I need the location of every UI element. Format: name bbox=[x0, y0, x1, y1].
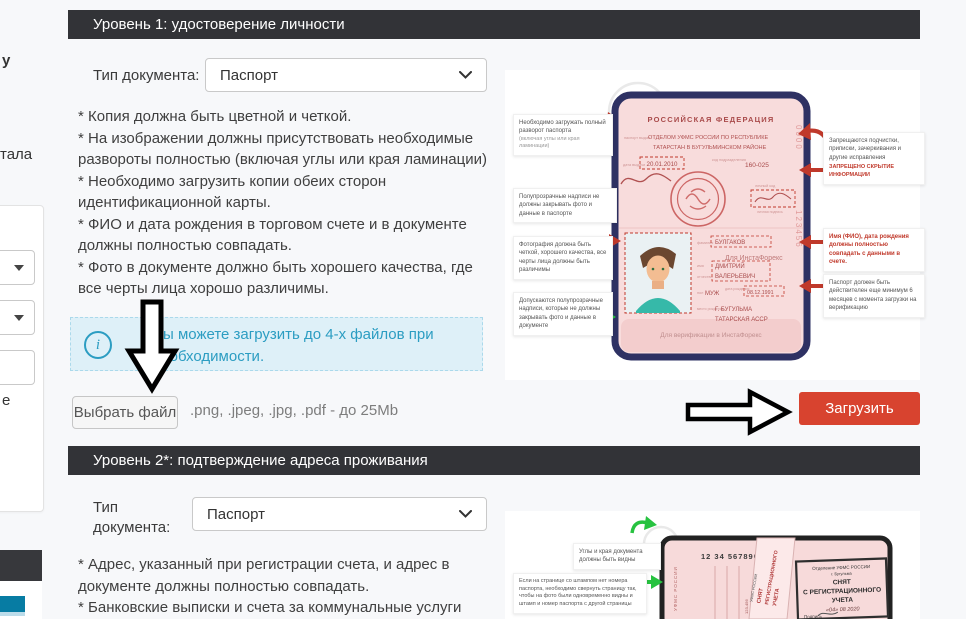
annotation-arrow-down bbox=[120, 298, 190, 394]
avatar-neck bbox=[652, 281, 664, 289]
passport-number: 12 34 567890 bbox=[701, 552, 759, 561]
callout-edges-visible: Углы и края документа должны быть видны bbox=[573, 543, 661, 570]
doc-type-label-2-line2: документа: bbox=[93, 519, 170, 536]
chevron-down-icon bbox=[459, 510, 472, 518]
passport-issued-by-2: ТАТАРСТАН В БУГУЛЬМИНСКОМ РАЙОНЕ bbox=[653, 143, 767, 151]
field-birthplace-2: ТАТАРСКАЯ АССР bbox=[715, 317, 768, 323]
callout-subtext: (включая углы или края ламинации) bbox=[519, 136, 607, 151]
field-birth-date: 08.12.1991 bbox=[747, 290, 774, 296]
callout-text: Запрещаются подчистки, приписки, зачерки… bbox=[829, 138, 901, 161]
upload-button[interactable]: Загрузить bbox=[799, 392, 920, 425]
chevron-down-icon bbox=[14, 315, 24, 321]
doc-type-select-1[interactable]: Паспорт bbox=[205, 58, 487, 92]
field-name: ДМИТРИЙ bbox=[715, 262, 745, 270]
passport-personal-sign-label: личная подпись bbox=[757, 210, 783, 214]
stamp-office-2: г. Бугульма bbox=[831, 571, 852, 577]
passport-issued-label: паспорт выдан bbox=[624, 136, 650, 140]
requirements-text-1: * Копия должна быть цветной и четкой. * … bbox=[78, 106, 494, 300]
field-patronymic: ВАЛЕРЬЕВИЧ bbox=[715, 274, 755, 280]
stamp-line-1: СНЯТ bbox=[833, 579, 851, 587]
section1-header: Уровень 1: удостоверение личности bbox=[68, 10, 920, 39]
section2-title: Уровень 2*: подтверждение адреса прожива… bbox=[68, 452, 428, 469]
field-sex-label: пол bbox=[697, 291, 703, 295]
choose-file-button[interactable]: Выбрать файл bbox=[72, 396, 178, 429]
field-patronymic-label: отчество bbox=[697, 275, 713, 279]
field-name-label: имя bbox=[697, 264, 704, 268]
passport-issued-by-1: ОТДЕЛОМ УФМС РОССИИ ПО РЕСПУБЛИКЕ bbox=[648, 135, 768, 141]
passport-footer-text: Для верификации в ИнстаФорекс bbox=[660, 332, 762, 339]
field-birthplace-1: Г. БУГУЛЬМА bbox=[715, 307, 752, 313]
avatar-eye bbox=[662, 268, 665, 271]
field-surname: БУЛГАКОВ bbox=[715, 240, 745, 246]
passport-sample-panel: РОССИЙСКАЯ ФЕДЕРАЦИЯ паспорт выдан ОТДЕЛ… bbox=[505, 70, 920, 380]
field-birth-label: дата рождения bbox=[725, 287, 749, 291]
chevron-down-icon bbox=[459, 71, 472, 79]
doc-type-value-1: Паспорт bbox=[220, 67, 459, 84]
info-icon: i bbox=[84, 331, 112, 359]
doc-type-label-1: Тип документа: bbox=[93, 67, 199, 84]
address-sample-panel: 12 34 567890 УФМС РОССИИ 123-456 УФМС РО… bbox=[505, 511, 920, 619]
passport-personal-code-label: личный код bbox=[755, 184, 776, 188]
stamp-date: «04» 08 2020 bbox=[826, 606, 861, 613]
section1-title: Уровень 1: удостоверение личности bbox=[68, 16, 345, 33]
sidebar-cut-select-1[interactable] bbox=[0, 250, 35, 285]
passport-code-value: 160-025 bbox=[745, 162, 769, 169]
callout-text: Необходимо загружать полный разворот пас… bbox=[519, 120, 606, 134]
callout-name-match: Имя (ФИО), дата рождения должны полность… bbox=[823, 228, 925, 272]
stamp-line-3: УЧЕТА bbox=[832, 597, 854, 605]
sidebar-cut-select-2[interactable] bbox=[0, 300, 35, 335]
callout-allowed-marks: Допускаются полупрозрачные надписи, кото… bbox=[513, 292, 613, 336]
annotation-arrow-right bbox=[686, 388, 792, 436]
callout-warning: ЗАПРЕЩЕНО СКРЫТИЕ ИНФОРМАЦИИ bbox=[829, 164, 919, 179]
side-number: 123-456 bbox=[744, 599, 749, 614]
sidebar-cut-teal-underline bbox=[0, 612, 25, 616]
passport-date-label: дата выдачи bbox=[623, 163, 645, 167]
sidebar-cut-label-e: е bbox=[2, 392, 10, 409]
callout-fold-page: Если на странице со штампом нет номера п… bbox=[513, 573, 647, 614]
choose-file-label: Выбрать файл bbox=[74, 404, 176, 421]
callout-translucent-marks: Полупрозрачные надписи не должны закрыва… bbox=[513, 188, 617, 223]
callout-no-corrections: Запрещаются подчистки, приписки, зачерки… bbox=[823, 132, 925, 185]
callout-validity: Паспорт должен быть действителен еще мин… bbox=[823, 274, 925, 318]
section2-header: Уровень 2*: подтверждение адреса прожива… bbox=[68, 446, 920, 475]
avatar-eye bbox=[652, 268, 655, 271]
passport-code-label: код подразделения bbox=[712, 158, 746, 162]
passport-date-value: 20.01.2010 bbox=[647, 161, 679, 168]
avatar-face bbox=[647, 256, 670, 283]
sidebar-cut-dark-bar bbox=[0, 550, 42, 581]
side-rotated-office: УФМС РОССИИ bbox=[673, 566, 678, 611]
doc-type-select-2[interactable]: Паспорт bbox=[192, 497, 487, 531]
callout-photo-quality: Фотография должна быть четкой, хорошего … bbox=[513, 236, 613, 280]
sidebar-cut-input[interactable] bbox=[0, 350, 35, 385]
info-note-text: Вы можете загрузить до 4-х файлов при не… bbox=[153, 324, 483, 368]
verification-page: у тала е Уровень 1: удостоверение личнос… bbox=[0, 0, 966, 619]
doc-type-value-2: Паспорт bbox=[207, 506, 459, 523]
doc-type-label-2-line1: Тип bbox=[93, 499, 118, 516]
callout-full-spread: Необходимо загружать полный разворот пас… bbox=[513, 114, 613, 156]
file-format-hint: .png, .jpeg, .jpg, .pdf - до 25Mb bbox=[190, 402, 398, 419]
upload-button-label: Загрузить bbox=[825, 400, 894, 417]
sidebar-cut-label-mid: тала bbox=[0, 146, 32, 163]
sidebar-cut-teal-bar[interactable] bbox=[0, 596, 25, 612]
field-sex: МУЖ bbox=[705, 291, 720, 297]
requirements-text-2: * Адрес, указанный при регистрации счета… bbox=[78, 554, 494, 619]
passport-serial-1: 0000 bbox=[794, 125, 803, 151]
chevron-down-icon bbox=[14, 265, 24, 271]
passport-country: РОССИЙСКАЯ ФЕДЕРАЦИЯ bbox=[647, 115, 774, 124]
sidebar-cut-label-top: у bbox=[2, 52, 10, 69]
